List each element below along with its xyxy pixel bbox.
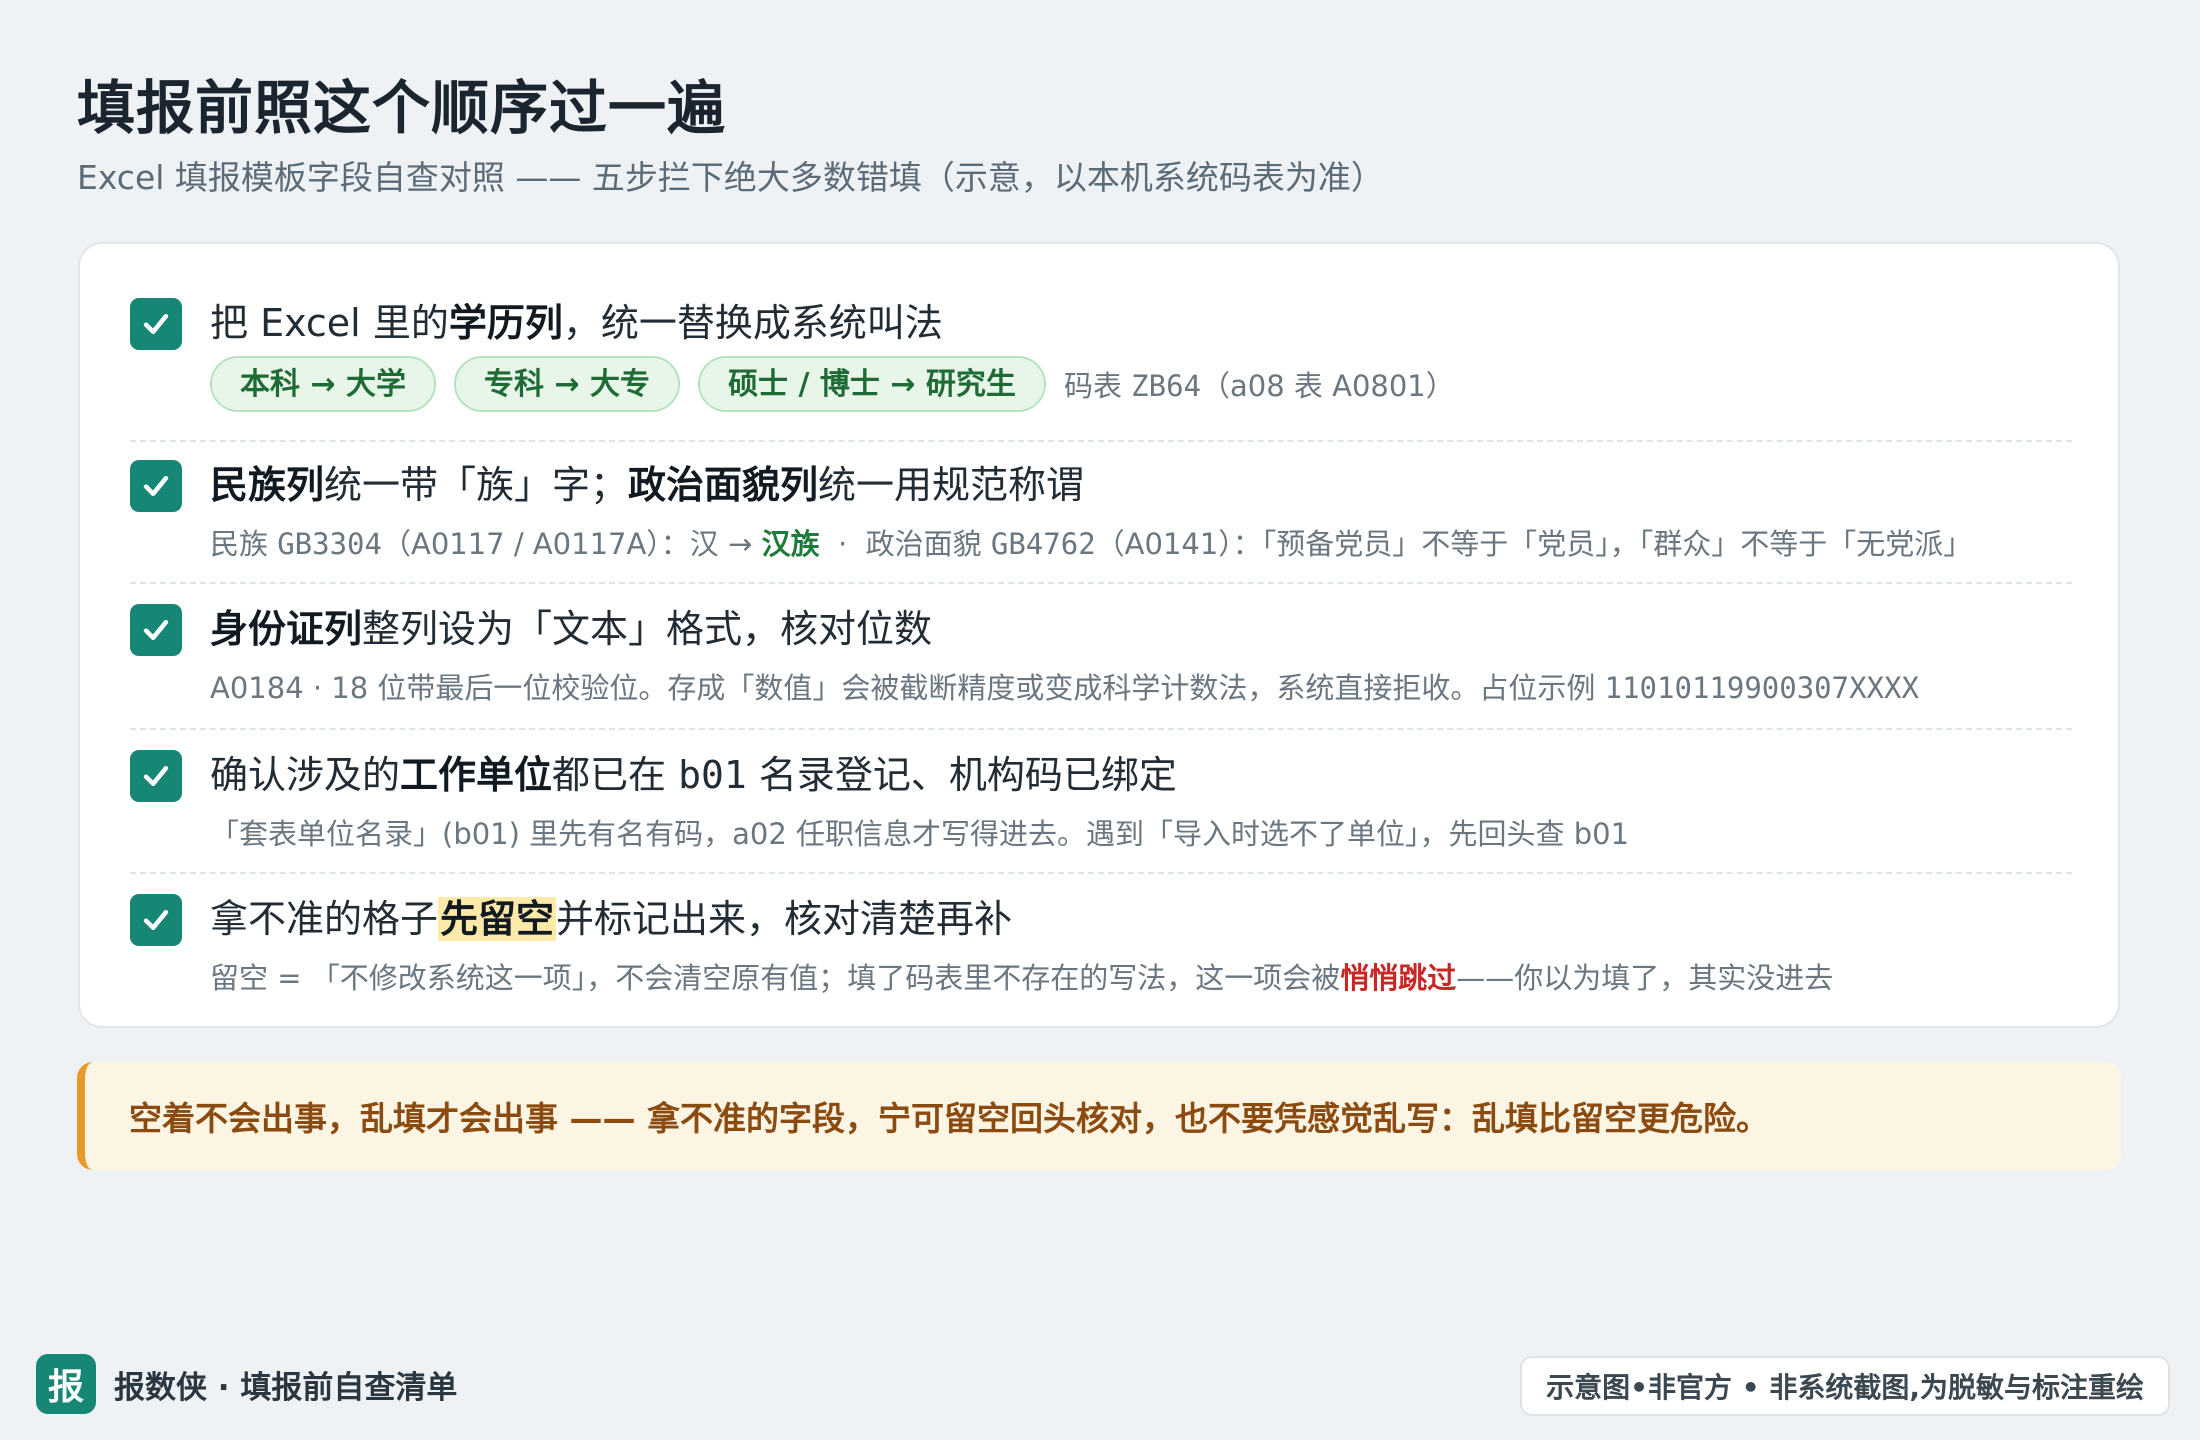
item-title: 身份证列整列设为「文本」格式，核对位数 <box>210 607 933 651</box>
brand-name: 报数侠 · 填报前自查清单 <box>114 1369 458 1406</box>
item-title: 确认涉及的工作单位都已在 b01 名录登记、机构码已绑定 <box>210 753 1177 797</box>
item-divider <box>130 582 2072 584</box>
item-title: 民族列统一带「族」字；政治面貌列统一用规范称谓 <box>210 463 1085 507</box>
checklist-card: 把 Excel 里的学历列，统一替换成系统叫法 本科 → 大学 专科 → 大专 硕士… <box>78 242 2120 1028</box>
disclaimer-badge: 示意图•非官方 • 非系统截图,为脱敏与标注重绘 <box>1520 1356 2170 1416</box>
item-divider <box>130 872 2072 874</box>
check-icon[interactable] <box>130 894 182 946</box>
chip-row: 本科 → 大学 专科 → 大专 硕士 / 博士 → 研究生 码表 ZB64（a08 表… <box>210 356 1455 412</box>
item-description: 留空 = 「不修改系统这一项」，不会清空原有值；填了码表里不存在的写法，这一项会… <box>210 961 1834 995</box>
page-title: 填报前照这个顺序过一遍 <box>77 74 727 142</box>
code-table-note: 码表 ZB64（a08 表 A0801） <box>1063 369 1455 403</box>
item-title: 把 Excel 里的学历列，统一替换成系统叫法 <box>210 301 943 345</box>
check-icon[interactable] <box>130 298 182 350</box>
mapping-chip: 专科 → 大专 <box>454 356 681 412</box>
page-subtitle: Excel 填报模板字段自查对照 —— 五步拦下绝大多数错填（示意，以本机系统码… <box>77 158 1384 197</box>
item-divider <box>130 440 2072 442</box>
warning-callout: 空着不会出事，乱填才会出事 —— 拿不准的字段，宁可留空回头核对，也不要凭感觉乱… <box>77 1062 2121 1170</box>
check-icon[interactable] <box>130 460 182 512</box>
item-description: 「套表单位名录」(b01) 里先有名有码，a02 任职信息才写得进去。遇到「导入… <box>210 817 1630 851</box>
mapping-chip: 硕士 / 博士 → 研究生 <box>698 356 1046 412</box>
item-title: 拿不准的格子先留空并标记出来，核对清楚再补 <box>210 897 1013 941</box>
brand-logo-icon: 报 <box>36 1354 96 1414</box>
footer-brand: 报 报数侠 · 填报前自查清单 <box>36 1354 457 1414</box>
item-description: A0184 · 18 位带最后一位校验位。存成「数值」会被截断精度或变成科学计数… <box>210 671 1919 705</box>
check-icon[interactable] <box>130 604 182 656</box>
mapping-chip: 本科 → 大学 <box>210 356 437 412</box>
item-divider <box>130 728 2072 730</box>
check-icon[interactable] <box>130 750 182 802</box>
item-description: 民族 GB3304（A0117 / A0117A）：汉 → 汉族 · 政治面貌 … <box>210 527 1973 561</box>
